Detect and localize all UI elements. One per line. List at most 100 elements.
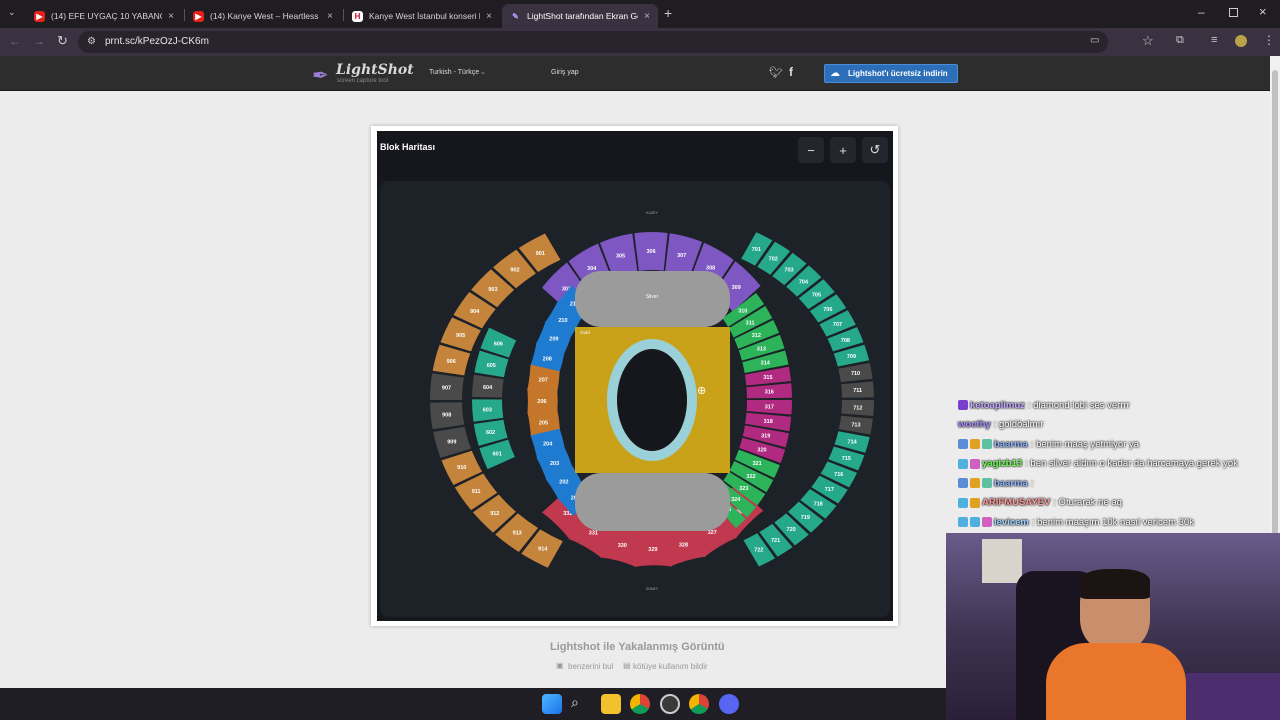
seat-block-label: 204 [543,441,553,447]
lightshot-tagline: screen capture tool [337,78,389,84]
media-icon[interactable]: ≡ [1211,34,1217,46]
seat-block-label: 321 [752,461,761,467]
download-button[interactable]: ☁ Lightshot'ı ücretsiz indirin [824,64,958,83]
seat-block-label: 305 [616,253,625,259]
chat-badge-icon [970,439,980,449]
seat-block-label: 319 [761,434,770,440]
facebook-icon[interactable]: f [789,65,793,79]
seat-block-label: 329 [648,547,657,553]
chat-badge-icon [958,478,968,488]
seat-map-screenshot[interactable]: Blok Haritası − + ↺ 701 702 703 704 705 706 70… [377,131,893,621]
file-explorer-icon[interactable] [601,694,621,714]
seat-block-label: 720 [787,527,796,533]
reset-view-button[interactable]: ↺ [862,137,888,163]
lightshot-logo[interactable]: LightShot [336,62,414,78]
site-info-icon[interactable]: ⚙ [87,36,96,47]
back-icon[interactable]: ← [9,34,21,48]
close-tab-icon[interactable]: × [168,11,174,22]
minimize-icon[interactable]: – [1198,5,1205,19]
zoom-in-button[interactable]: + [830,137,856,163]
stadium-map[interactable]: 701 702 703 704 705 706 707 708 709 710 711 712 713 7… [380,181,890,617]
restore-icon[interactable] [1229,8,1238,17]
discord-icon[interactable] [719,694,739,714]
seat-block-label: 603 [483,408,492,414]
tab-search-chevron-icon[interactable]: ⌄ [8,7,20,19]
seat-block-label: 314 [761,361,771,367]
seat-block-label: 205 [539,420,548,426]
cat-poster-image [982,539,1022,583]
seat-block-label: 207 [539,377,548,383]
webcam-feed [946,533,1280,720]
seat-block-label: 702 [769,257,778,263]
obs-icon[interactable] [660,694,680,714]
seat-block-label: 308 [706,265,715,271]
seat-block-label: 705 [812,293,821,299]
chat-text: : ben silver aldım o kadar da harcamaya … [1025,458,1238,469]
feather-icon: ✎ [512,11,519,21]
tab-title: LightShot tarafından Ekran Görü... [527,11,638,21]
tab-kanye-istanbul[interactable]: H Kanye West İstanbul konseri bil... × [344,4,500,28]
zoom-cursor-icon: ⊕ [697,385,707,397]
seat-block-label: 322 [746,474,755,480]
seat-block-label: 706 [823,307,832,313]
lightshot-feather-icon: ✒ [312,65,329,87]
seat-block-label: 704 [799,279,809,285]
report-abuse-link[interactable]: kötüye kullanım bildir [633,662,708,671]
chat-message: wocthy: goldöalmır [958,417,1043,433]
seat-block-label: 913 [513,530,522,536]
chat-username: ARIFMUSAYEV [982,497,1051,508]
twitter-icon[interactable]: 🐦︎ [769,66,783,79]
address-bar[interactable]: ⚙ prnt.sc/kPezOzJ-CK6m ▭ [78,31,1108,53]
seat-block-label: 210 [558,318,567,324]
cloud-download-icon: ☁ [830,68,840,79]
seat-block-label: 328 [679,543,688,549]
seat-map-canvas[interactable]: 701 702 703 704 705 706 707 708 709 710 711 712 713 7… [380,181,890,617]
login-link[interactable]: Giriş yap [551,69,579,76]
windows-start-icon[interactable] [542,694,562,714]
seat-block-label: 331 [589,531,598,537]
reload-icon[interactable]: ↻ [57,33,68,49]
chevron-down-icon: ⌄ [480,69,486,76]
seat-block-label: 907 [442,386,451,392]
cast-icon[interactable]: ▭ [1090,35,1099,46]
search-icon[interactable]: ⌕ [571,694,591,714]
chat-badge-icon [982,517,992,527]
seat-block-label: 901 [536,251,545,257]
desk-light-image [1186,673,1280,720]
seat-block-label: 912 [490,511,499,517]
tab-efe-uygac[interactable]: ▶ (14) EFE UYGAÇ 10 YABANCI A... × [26,4,182,28]
zoom-out-button[interactable]: − [798,137,824,163]
extensions-icon[interactable]: ⧉ [1176,34,1184,47]
chrome-icon[interactable] [630,694,650,714]
forward-icon[interactable]: → [33,34,45,48]
chat-username: levicem [994,516,1029,528]
new-tab-button[interactable]: + [664,5,672,21]
seat-block-label: 715 [842,456,851,462]
seat-block-label: 910 [457,465,466,471]
close-window-icon[interactable]: × [1259,4,1267,19]
profile-avatar[interactable] [1235,35,1247,47]
language-select[interactable]: Turkish - Türkçe [429,69,479,76]
close-tab-icon[interactable]: × [327,11,333,22]
scrollbar-thumb[interactable] [1272,70,1278,590]
zoom-out-icon: − [807,142,815,158]
bookmark-star-icon[interactable]: ☆ [1142,33,1154,49]
close-tab-icon[interactable]: × [486,11,492,22]
tab-kanye-heartless[interactable]: ▶ (14) Kanye West – Heartless (Li... × [185,4,341,28]
chat-badge-icon [982,478,992,488]
find-similar-link[interactable]: benzerini bul [568,662,613,671]
chat-badge-icon [958,517,968,527]
seat-block-label: 707 [833,322,842,328]
h-icon: H [352,10,363,22]
seat-block-label: 317 [765,404,774,410]
seat-block-label: 209 [549,337,558,343]
seat-block-label: 710 [851,371,860,377]
tab-title: (14) Kanye West – Heartless (Li... [210,11,321,21]
close-tab-icon[interactable]: × [644,11,650,22]
seat-block-label: 712 [853,405,862,411]
tab-lightshot[interactable]: ✎ LightShot tarafından Ekran Görü... × [502,4,658,28]
silver-zone-bottom[interactable] [575,473,730,531]
tab-title: Kanye West İstanbul konseri bil... [369,11,480,21]
menu-kebab-icon[interactable]: ⋮ [1263,33,1275,47]
chrome-active-icon[interactable] [689,694,709,714]
